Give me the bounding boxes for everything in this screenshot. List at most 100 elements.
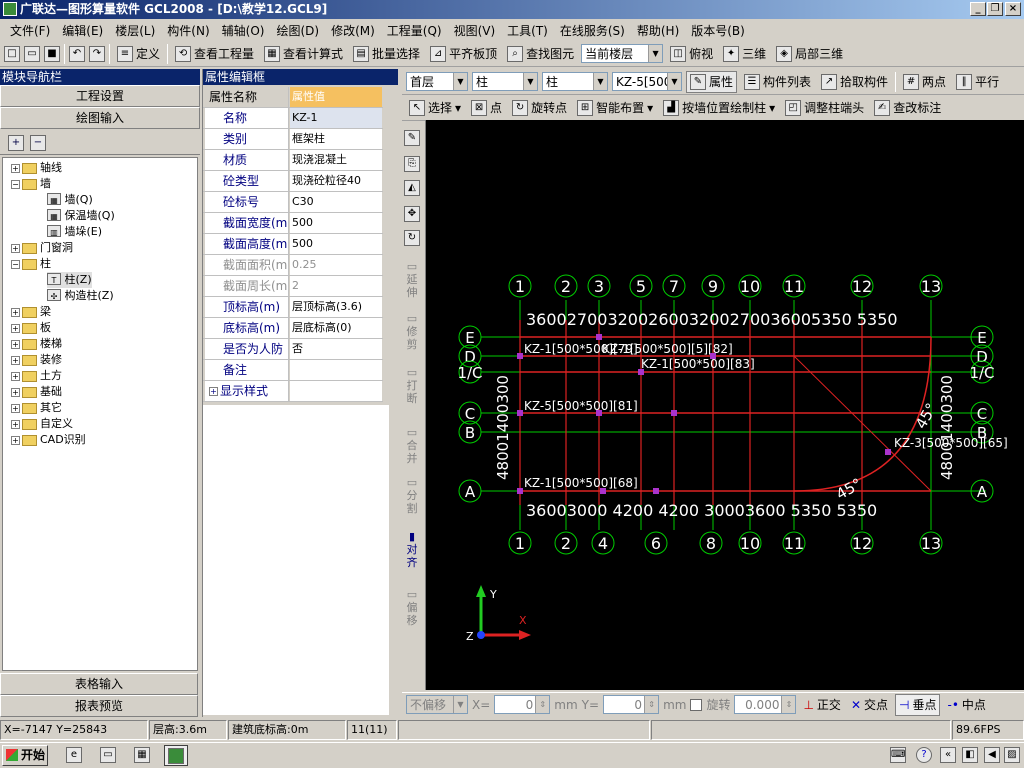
intersect-button[interactable]: ✕ 交点 bbox=[848, 694, 891, 716]
extend-tool[interactable]: ▭ 延伸 bbox=[402, 260, 422, 299]
3d-view-button[interactable]: ✦ 三维 bbox=[720, 43, 769, 65]
collapse-all-icon[interactable]: − bbox=[30, 135, 46, 151]
speaker-icon[interactable]: ◀ bbox=[984, 747, 1000, 763]
tree-other[interactable]: + 其它 bbox=[11, 400, 62, 416]
new-file-icon[interactable]: □ bbox=[4, 45, 20, 62]
expand-all-icon[interactable]: + bbox=[8, 135, 24, 151]
expand-icon[interactable]: + bbox=[209, 387, 218, 396]
tree-custom[interactable]: + 自定义 bbox=[11, 416, 73, 432]
property-row[interactable]: 类别 框架柱 bbox=[203, 129, 383, 150]
redo-icon[interactable]: ↷ bbox=[89, 45, 105, 62]
property-row[interactable]: 是否为人防否 bbox=[203, 339, 383, 360]
property-row[interactable]: + 显示样式 bbox=[203, 381, 383, 402]
tree-column[interactable]: − 柱 bbox=[11, 256, 51, 272]
property-row[interactable]: 截面宽度(m 500 bbox=[203, 213, 383, 234]
parallel-button[interactable]: ‖ 平行 bbox=[953, 71, 1002, 93]
y-input[interactable]: 0 ⇕ bbox=[603, 695, 660, 714]
property-row[interactable]: 截面周长(m 2 bbox=[203, 276, 383, 297]
drawing-canvas[interactable]: 1 2 3 5 7 9 10 11 12 13 1 2 4 6 8 10 11 12 13 E D 1/C C B A E D 1/C… bbox=[426, 120, 1024, 690]
tree-insul-wall[interactable]: ▦ 保温墙(Q) bbox=[47, 208, 115, 224]
component-select[interactable]: KZ-5[500 ▼ bbox=[612, 72, 682, 91]
rotate-point-button[interactable]: ↻ 旋转点 bbox=[509, 97, 570, 119]
property-value[interactable]: KZ-1 bbox=[290, 108, 382, 128]
ie-icon[interactable]: e bbox=[66, 747, 82, 763]
tree-wall-pier[interactable]: ▥ 墙垛(E) bbox=[47, 224, 102, 240]
property-row[interactable]: 底标高(m) 层底标高(0) bbox=[203, 318, 383, 339]
floor-select[interactable]: 首层 ▼ bbox=[406, 72, 468, 91]
type1-select[interactable]: 柱 ▼ bbox=[472, 72, 538, 91]
smart-layout-button[interactable]: ⊞ 智能布置 ▾ bbox=[574, 97, 656, 119]
menu-edit[interactable]: 编辑(E) bbox=[62, 22, 103, 39]
component-list-button[interactable]: ☰ 构件列表 bbox=[741, 71, 814, 93]
tree-decoration[interactable]: + 装修 bbox=[11, 352, 62, 368]
menu-draw[interactable]: 绘图(D) bbox=[276, 22, 319, 39]
menu-tools[interactable]: 工具(T) bbox=[507, 22, 548, 39]
draw-by-wall-button[interactable]: ▟ 按墙位置绘制柱 ▾ bbox=[660, 97, 778, 119]
minimize-icon[interactable]: _ bbox=[970, 2, 986, 16]
break-tool[interactable]: ▭ 打断 bbox=[402, 366, 422, 405]
close-icon[interactable]: × bbox=[1005, 2, 1021, 16]
property-value[interactable]: 否 bbox=[290, 339, 382, 359]
tree-cad-recog[interactable]: + CAD识别 bbox=[11, 432, 86, 448]
properties-button[interactable]: ✎ 属性 bbox=[686, 70, 738, 93]
property-value[interactable]: C30 bbox=[290, 192, 382, 212]
undo-icon[interactable]: ↶ bbox=[69, 45, 85, 62]
menu-online[interactable]: 在线服务(S) bbox=[560, 22, 625, 39]
find-element-button[interactable]: ⌕ 查找图元 bbox=[504, 43, 577, 65]
adjust-column-button[interactable]: ◰ 调整柱端头 bbox=[782, 97, 867, 119]
move-icon[interactable]: ✥ bbox=[404, 206, 420, 222]
align-slab-button[interactable]: ⊿ 平齐板顶 bbox=[427, 43, 500, 65]
tree-beam[interactable]: + 梁 bbox=[11, 304, 51, 320]
property-value[interactable]: 2 bbox=[290, 276, 382, 296]
help-icon[interactable]: ? bbox=[916, 747, 932, 763]
merge-tool[interactable]: ▭ 合并 bbox=[402, 426, 422, 465]
tree-wall-q[interactable]: ▦ 墙(Q) bbox=[47, 192, 93, 208]
folder-icon[interactable]: ▭ bbox=[100, 747, 116, 763]
tree-foundation[interactable]: + 基础 bbox=[11, 384, 62, 400]
property-row[interactable]: 材质 现浇混凝土 bbox=[203, 150, 383, 171]
ortho-button[interactable]: ⊥ 正交 bbox=[800, 694, 843, 716]
property-value[interactable] bbox=[290, 381, 382, 401]
table-input-button[interactable]: 表格输入 bbox=[0, 673, 198, 695]
midpoint-button[interactable]: -• 中点 bbox=[944, 694, 988, 716]
property-value[interactable]: 框架柱 bbox=[290, 129, 382, 149]
property-value[interactable]: 500 bbox=[290, 213, 382, 233]
rotate-icon[interactable]: ↻ bbox=[404, 230, 420, 246]
tree-wall[interactable]: − 墙 bbox=[11, 176, 51, 192]
edit-label-button[interactable]: ✍ 查改标注 bbox=[871, 97, 944, 119]
tree-stairs[interactable]: + 楼梯 bbox=[11, 336, 62, 352]
save-icon[interactable]: ■ bbox=[44, 45, 60, 62]
menu-view[interactable]: 视图(V) bbox=[454, 22, 496, 39]
property-value[interactable]: 现浇砼粒径40 bbox=[290, 171, 382, 191]
offset-mode-select[interactable]: 不偏移 ▼ bbox=[406, 695, 468, 714]
pen-icon[interactable]: ✎ bbox=[404, 130, 420, 146]
menu-aux-axis[interactable]: 辅轴(O) bbox=[222, 22, 265, 39]
mirror-icon[interactable]: ◭ bbox=[404, 180, 420, 196]
point-button[interactable]: ⊠ 点 bbox=[468, 97, 505, 119]
offset-tool[interactable]: ▭ 偏移 bbox=[402, 588, 422, 627]
menu-version[interactable]: 版本号(B) bbox=[691, 22, 745, 39]
menu-component[interactable]: 构件(N) bbox=[167, 22, 209, 39]
tree-door-window[interactable]: + 门窗洞 bbox=[11, 240, 73, 256]
chevron-left-icon[interactable]: « bbox=[940, 747, 956, 763]
start-button[interactable]: 开始 bbox=[2, 745, 48, 766]
split-tool[interactable]: ▭ 分割 bbox=[402, 476, 422, 515]
batch-select-button[interactable]: ▤ 批量选择 bbox=[350, 43, 423, 65]
view-quantity-button[interactable]: ⟲ 查看工程量 bbox=[172, 43, 257, 65]
project-settings-button[interactable]: 工程设置 bbox=[0, 85, 200, 107]
tray-icon-2[interactable]: ▨ bbox=[1004, 747, 1020, 763]
tree-axis[interactable]: + 轴线 bbox=[11, 160, 62, 176]
report-preview-button[interactable]: 报表预览 bbox=[0, 695, 198, 717]
x-input[interactable]: 0 ⇕ bbox=[494, 695, 551, 714]
property-row[interactable]: 备注 bbox=[203, 360, 383, 381]
app-shortcut-icon[interactable]: ▦ bbox=[134, 747, 150, 763]
property-value[interactable]: 0.25 bbox=[290, 255, 382, 275]
tray-icon-1[interactable]: ◧ bbox=[962, 747, 978, 763]
property-row[interactable]: 砼类型 现浇砼粒径40 bbox=[203, 171, 383, 192]
menu-quantity[interactable]: 工程量(Q) bbox=[387, 22, 442, 39]
pick-component-button[interactable]: ↗ 拾取构件 bbox=[818, 71, 891, 93]
keyboard-icon[interactable]: ⌨ bbox=[890, 747, 906, 763]
floor-view-combo[interactable]: 当前楼层 ▼ bbox=[581, 44, 664, 63]
rotation-input[interactable]: 0.000 ⇕ bbox=[734, 695, 797, 714]
property-row[interactable]: 截面高度(m 500 bbox=[203, 234, 383, 255]
